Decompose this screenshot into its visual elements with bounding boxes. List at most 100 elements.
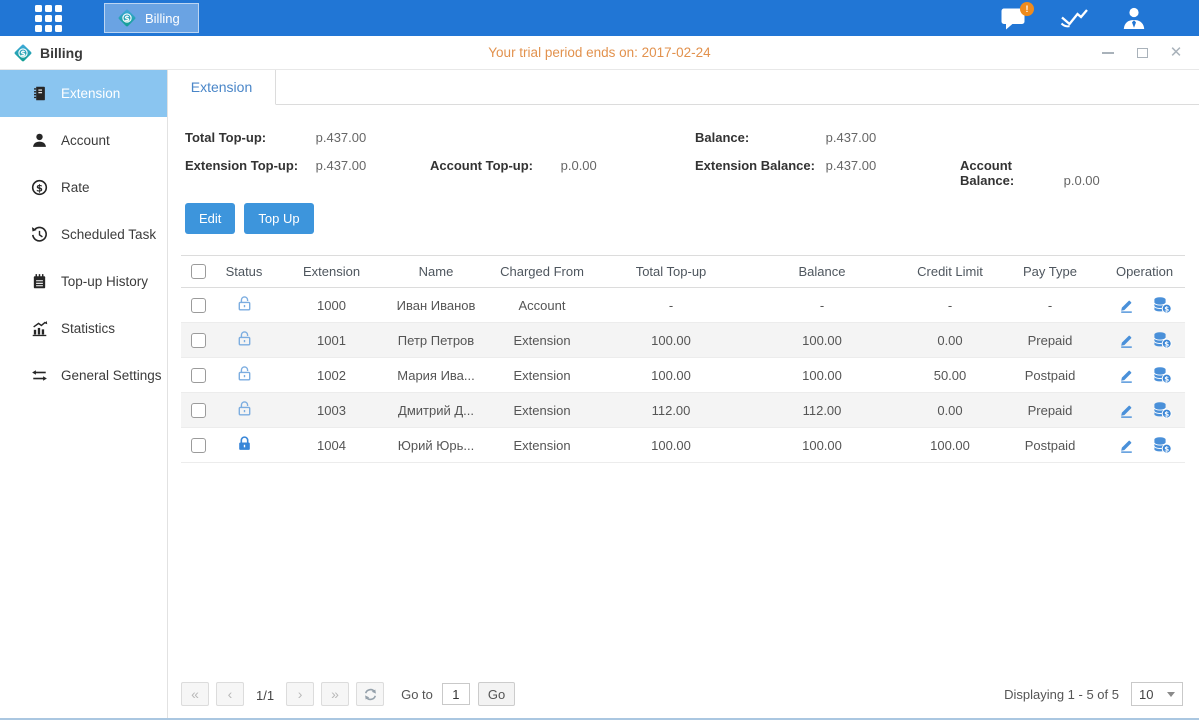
balance: Balance: p.437.00 [695, 130, 960, 145]
sidebar-item-general-settings[interactable]: General Settings [0, 352, 167, 399]
cell-name: Петр Петров [390, 323, 482, 358]
page-indicator: 1/1 [256, 688, 274, 703]
refresh-icon [363, 687, 378, 702]
cell-charged-from: Account [482, 288, 602, 323]
svg-text:$: $ [20, 48, 26, 57]
unlock-icon [236, 330, 253, 347]
go-button[interactable]: Go [478, 682, 515, 706]
maximize-icon[interactable] [1135, 46, 1149, 60]
goto-page-input[interactable] [442, 683, 470, 705]
notification-badge: ! [1020, 2, 1034, 16]
rate-icon: $ [30, 179, 48, 197]
table-body: 1000Иван ИвановAccount----$1001Петр Петр… [181, 288, 1185, 463]
topup-coins-icon[interactable]: $ [1152, 436, 1172, 454]
taskbar-tab-billing[interactable]: $ Billing [104, 3, 199, 33]
window-controls: ✕ [1101, 46, 1183, 60]
messages-icon[interactable]: ! [1000, 7, 1027, 30]
svg-text:$: $ [36, 183, 43, 194]
extension-topup-label: Extension Top-up: [185, 158, 312, 173]
table-header-row: StatusExtensionNameCharged FromTotal Top… [181, 256, 1185, 288]
close-icon[interactable]: ✕ [1169, 46, 1183, 60]
cell-charged-from: Extension [482, 393, 602, 428]
account-balance-value: p.0.00 [1064, 173, 1100, 188]
row-checkbox[interactable] [191, 298, 206, 313]
cell-balance: 100.00 [740, 358, 904, 393]
cell-extension: 1002 [273, 358, 390, 393]
row-checkbox[interactable] [191, 403, 206, 418]
topup-coins-icon[interactable]: $ [1152, 366, 1172, 384]
window-titlebar: Your trial period ends on: 2017-02-24 $ … [0, 36, 1199, 70]
sidebar-item-topup-history[interactable]: Top-up History [0, 258, 167, 305]
column-header-extension: Extension [273, 256, 390, 288]
refresh-button[interactable] [356, 682, 384, 706]
tab-extension[interactable]: Extension [168, 70, 276, 105]
minimize-icon[interactable] [1101, 46, 1115, 60]
edit-button[interactable]: Edit [185, 203, 235, 234]
balance-label: Balance: [695, 130, 822, 145]
unlock-icon [236, 295, 253, 312]
cell-name: Дмитрий Д... [390, 393, 482, 428]
cell-credit-limit: 100.00 [904, 428, 996, 463]
chart-icon[interactable] [1059, 7, 1089, 30]
cell-credit-limit: 50.00 [904, 358, 996, 393]
sidebar-item-account[interactable]: Account [0, 117, 167, 164]
pagination-right: Displaying 1 - 5 of 5 10 [1004, 682, 1183, 706]
edit-icon[interactable] [1118, 437, 1135, 454]
cell-balance: 112.00 [740, 393, 904, 428]
extension-balance: Extension Balance: p.437.00 [695, 158, 960, 188]
cell-pay-type: Prepaid [996, 323, 1104, 358]
unlock-icon [236, 365, 253, 382]
column-header-status: Status [215, 256, 273, 288]
row-checkbox[interactable] [191, 333, 206, 348]
sidebar-item-label: Top-up History [61, 274, 148, 289]
displaying-text: Displaying 1 - 5 of 5 [1004, 687, 1119, 702]
apps-grid-icon[interactable] [35, 5, 62, 32]
operation-cell: $ [1104, 401, 1185, 419]
account-topup-label: Account Top-up: [430, 158, 557, 173]
trial-notice: Your trial period ends on: 2017-02-24 [0, 45, 1199, 60]
billing-app-icon: $ [117, 8, 137, 28]
cell-balance: 100.00 [740, 428, 904, 463]
cell-charged-from: Extension [482, 323, 602, 358]
svg-text:$: $ [1164, 375, 1169, 383]
cell-name: Иван Иванов [390, 288, 482, 323]
billing-app-window: $ Billing ! Your trial period ends on: 2… [0, 0, 1199, 720]
scheduled-task-icon [30, 226, 48, 244]
user-icon[interactable] [1121, 6, 1147, 31]
row-checkbox[interactable] [191, 438, 206, 453]
sidebar-item-extension[interactable]: Extension [0, 70, 167, 117]
cell-credit-limit: - [904, 288, 996, 323]
top-up-button[interactable]: Top Up [244, 203, 313, 234]
chart-line-icon [1059, 7, 1089, 30]
svg-text:$: $ [1164, 305, 1169, 313]
edit-icon[interactable] [1118, 332, 1135, 349]
prev-page-button[interactable]: ‹ [216, 682, 244, 706]
next-page-button[interactable]: › [286, 682, 314, 706]
sidebar-item-rate[interactable]: $Rate [0, 164, 167, 211]
operation-cell: $ [1104, 366, 1185, 384]
cell-total-topup: 100.00 [602, 358, 740, 393]
cell-extension: 1004 [273, 428, 390, 463]
svg-text:$: $ [124, 14, 130, 23]
topup-coins-icon[interactable]: $ [1152, 401, 1172, 419]
row-checkbox[interactable] [191, 368, 206, 383]
edit-icon[interactable] [1118, 297, 1135, 314]
sidebar-item-statistics[interactable]: Statistics [0, 305, 167, 352]
column-header-balance: Balance [740, 256, 904, 288]
sidebar-item-scheduled-task[interactable]: Scheduled Task [0, 211, 167, 258]
topup-coins-icon[interactable]: $ [1152, 296, 1172, 314]
cell-pay-type: Postpaid [996, 428, 1104, 463]
first-page-button[interactable]: « [181, 682, 209, 706]
last-page-button[interactable]: » [321, 682, 349, 706]
chevron-down-icon [1167, 692, 1175, 697]
taskbar-right-icons: ! [1000, 6, 1199, 31]
cell-credit-limit: 0.00 [904, 323, 996, 358]
topup-coins-icon[interactable]: $ [1152, 331, 1172, 349]
edit-icon[interactable] [1118, 367, 1135, 384]
cell-name: Мария Ива... [390, 358, 482, 393]
select-all-checkbox[interactable] [191, 264, 206, 279]
page-size-select[interactable]: 10 [1131, 682, 1183, 706]
edit-icon[interactable] [1118, 402, 1135, 419]
extension-balance-value: p.437.00 [826, 158, 877, 173]
column-header-charged-from: Charged From [482, 256, 602, 288]
